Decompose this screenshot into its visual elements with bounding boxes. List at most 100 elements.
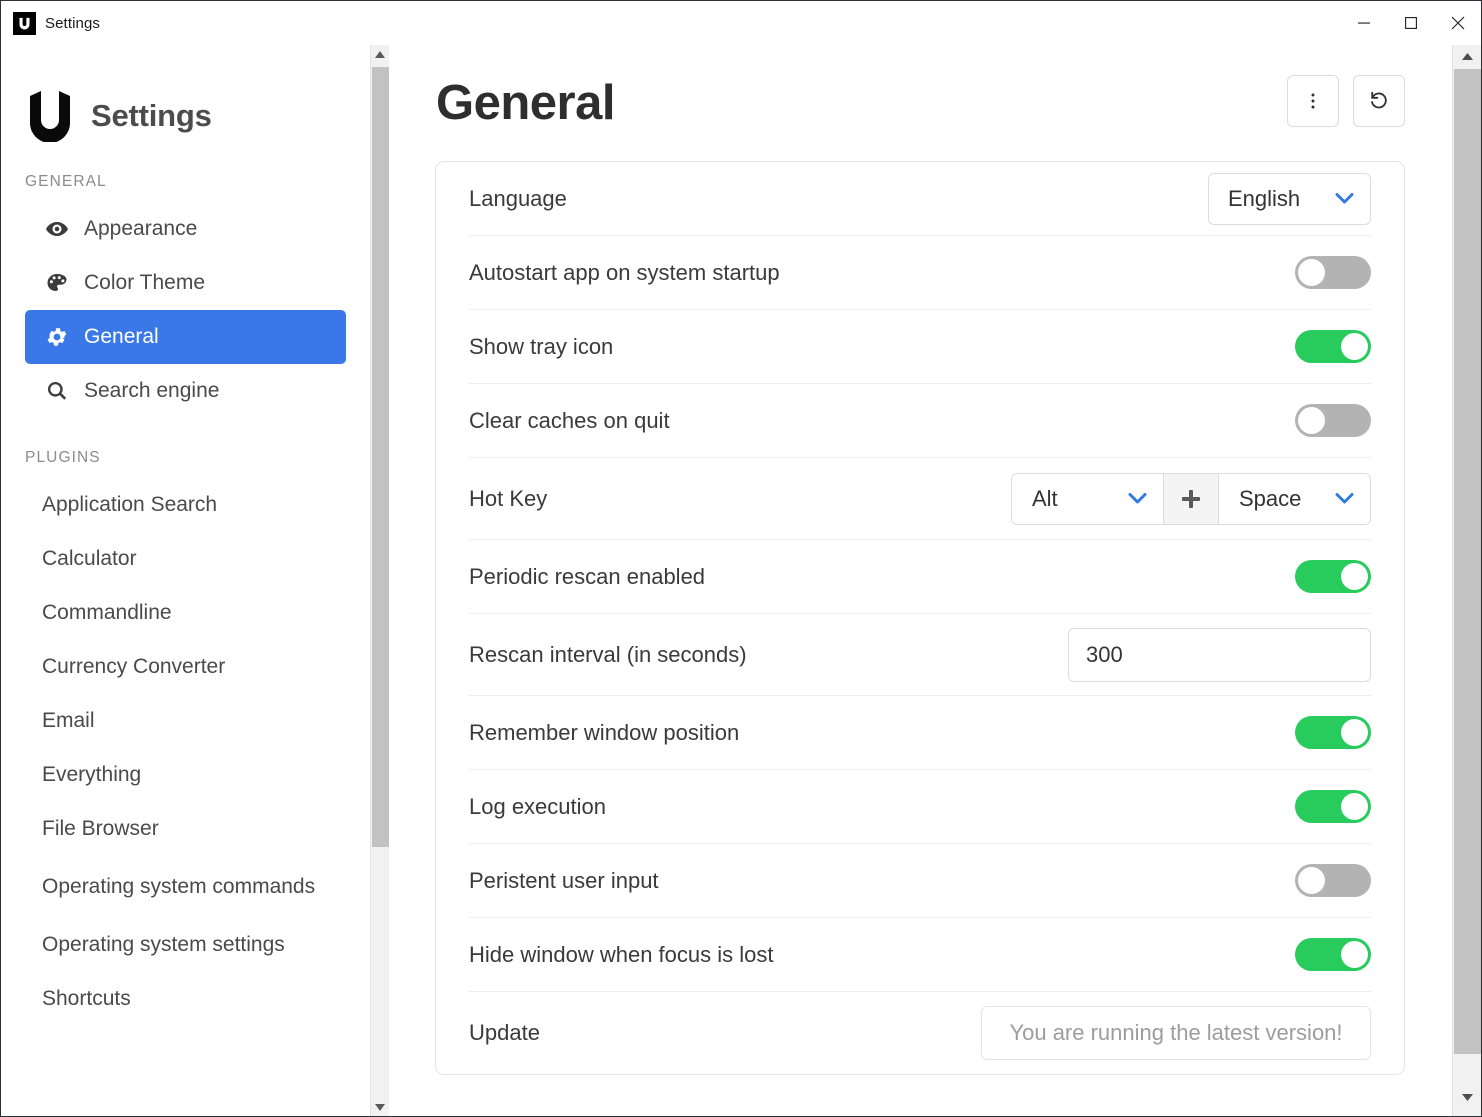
close-icon[interactable] [1434,1,1481,45]
periodic-rescan-toggle[interactable] [1295,560,1371,593]
row-control [1068,627,1371,682]
toggle-knob [1341,793,1368,820]
setting-row-persistent-user-input: Peristent user input [469,844,1371,918]
sidebar-item-general[interactable]: General [25,310,346,364]
titlebar-left-group: Settings [1,11,100,35]
row-control [1295,938,1371,971]
sidebar-item-file-browser[interactable]: File Browser [25,802,346,856]
sidebar-scrollbar-thumb[interactable] [372,67,389,847]
clear-caches-toggle[interactable] [1295,404,1371,437]
eye-icon [45,217,69,241]
rescan-interval-input[interactable] [1068,627,1371,682]
remember-window-position-toggle[interactable] [1295,716,1371,749]
settings-window: Settings Settings GENERAL Appearance Col… [0,0,1482,1117]
sidebar-item-label: Appearance [84,217,198,240]
more-vertical-icon[interactable] [1287,75,1339,127]
row-label: Periodic rescan enabled [469,563,706,589]
row-label: Log execution [469,793,606,819]
hotkey-modifier-value: Alt [1032,485,1058,511]
sidebar-item-operating-system-settings[interactable]: Operating system settings [25,918,346,972]
sidebar-item-currency-converter[interactable]: Currency Converter [25,640,346,694]
row-control [1295,330,1371,363]
sidebar-item-label: Currency Converter [42,654,226,678]
window-scrollbar-thumb[interactable] [1454,69,1481,1054]
scroll-down-arrow-icon[interactable] [1453,1086,1481,1108]
row-control [1295,404,1371,437]
search-icon [45,379,69,403]
sidebar-item-commandline[interactable]: Commandline [25,586,346,640]
setting-row-hot-key: Hot Key Alt Space [469,458,1371,540]
window-titlebar: Settings [1,1,1481,45]
row-control [1295,716,1371,749]
sidebar-section-general-label: GENERAL [25,173,107,190]
sidebar-item-everything[interactable]: Everything [25,748,346,802]
scroll-up-arrow-icon[interactable] [371,45,389,63]
row-control [1295,864,1371,897]
window-scrollbar[interactable] [1452,45,1481,1116]
update-status-button[interactable]: You are running the latest version! [981,1006,1371,1060]
setting-row-update: Update You are running the latest versio… [469,992,1371,1074]
language-select[interactable]: English [1208,172,1371,225]
toggle-knob [1298,407,1325,434]
sidebar-item-label: File Browser [42,816,159,840]
sidebar-item-appearance[interactable]: Appearance [25,202,346,256]
row-control [1295,560,1371,593]
sidebar-item-application-search[interactable]: Application Search [25,478,346,532]
minimize-icon[interactable] [1340,1,1387,45]
setting-row-periodic-rescan: Periodic rescan enabled [469,540,1371,614]
reset-icon[interactable] [1353,75,1405,127]
main-header: General [390,45,1451,131]
show-tray-icon-toggle[interactable] [1295,330,1371,363]
chevron-down-icon [1128,492,1147,505]
ueli-logo-icon [13,11,36,35]
row-label: Clear caches on quit [469,407,670,433]
sidebar-item-search-engine[interactable]: Search engine [25,364,346,418]
ueli-logo-icon [27,90,73,143]
scroll-up-arrow-icon[interactable] [1453,45,1481,67]
sidebar-item-label: Operating system commands [42,874,316,898]
autostart-toggle[interactable] [1295,256,1371,289]
hotkey-key-value: Space [1239,485,1302,511]
sidebar-item-label: Shortcuts [42,986,131,1010]
setting-row-show-tray-icon: Show tray icon [469,310,1371,384]
maximize-icon[interactable] [1387,1,1434,45]
plus-icon [1163,473,1219,524]
sidebar-item-label: Commandline [42,600,172,624]
toggle-knob [1341,941,1368,968]
chevron-down-icon [1335,192,1354,205]
sidebar-item-label: Color Theme [84,271,205,294]
hide-window-on-blur-toggle[interactable] [1295,938,1371,971]
sidebar-item-operating-system-commands[interactable]: Operating system commands [25,856,346,918]
hotkey-key-select[interactable]: Space [1219,473,1370,524]
sidebar-item-email[interactable]: Email [25,694,346,748]
hotkey-modifier-select[interactable]: Alt [1012,473,1163,524]
log-execution-toggle[interactable] [1295,790,1371,823]
setting-row-clear-caches: Clear caches on quit [469,384,1371,458]
row-label: Remember window position [469,719,740,745]
sidebar-item-color-theme[interactable]: Color Theme [25,256,346,310]
persistent-user-input-toggle[interactable] [1295,864,1371,897]
row-control [1295,256,1371,289]
sidebar-item-calculator[interactable]: Calculator [25,532,346,586]
sidebar-item-shortcuts[interactable]: Shortcuts [25,972,346,1026]
setting-row-hide-window-on-blur: Hide window when focus is lost [469,918,1371,992]
update-status-label: You are running the latest version! [1009,1020,1343,1045]
row-label: Hot Key [469,485,548,511]
row-label: Rescan interval (in seconds) [469,641,747,667]
window-controls [1340,1,1481,45]
sidebar-brand-title: Settings [91,98,212,133]
toggle-knob [1341,719,1368,746]
sidebar-item-label: Application Search [42,492,218,516]
scroll-down-arrow-icon[interactable] [371,1098,389,1116]
row-label: Hide window when focus is lost [469,941,774,967]
chevron-down-icon [1335,492,1354,505]
row-control: Alt Space [1011,472,1371,525]
sidebar-scrollbar[interactable] [370,45,389,1116]
setting-row-autostart: Autostart app on system startup [469,236,1371,310]
page-title: General [436,76,615,130]
toggle-knob [1341,333,1368,360]
settings-card: Language English Autostart app on system… [435,161,1405,1075]
row-control: English [1208,172,1371,225]
sidebar-item-label: Calculator [42,546,137,570]
row-label: Update [469,1020,540,1045]
